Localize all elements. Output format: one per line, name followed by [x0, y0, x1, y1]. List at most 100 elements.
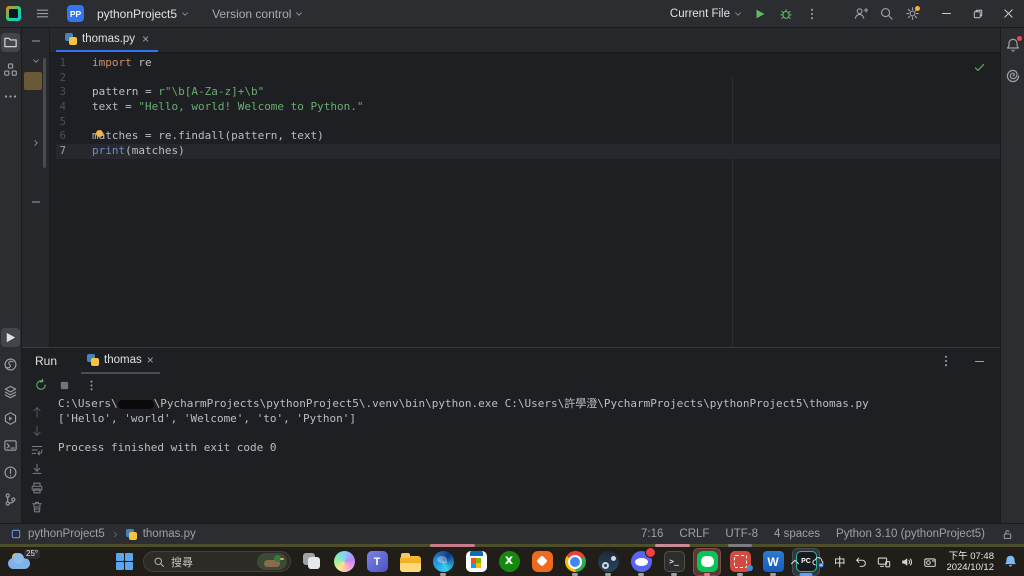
settings-notification-dot: [915, 5, 920, 11]
splitter-handle-icon[interactable]: [22, 196, 49, 208]
run-config-selector[interactable]: Current File: [666, 8, 747, 20]
main-menu-button[interactable]: [29, 2, 55, 26]
tray-hidden-icons-icon[interactable]: [788, 555, 802, 569]
run-tab-thomas[interactable]: thomas ×: [81, 348, 160, 374]
taskbar-task-view-icon[interactable]: [298, 549, 324, 575]
tray-volume-icon[interactable]: [900, 555, 914, 569]
search-everywhere-button[interactable]: [873, 2, 899, 26]
activity-version-control-tool-button[interactable]: [1, 490, 20, 509]
inspections-check-icon[interactable]: [973, 61, 986, 74]
tray-ime-icon[interactable]: 中: [834, 554, 846, 570]
run-console-output[interactable]: C:\Users\ \PycharmProjects\pythonProject5…: [58, 397, 992, 519]
code-line-3[interactable]: 3 pattern = r"\b[A-Za-z]+\b": [56, 85, 1000, 100]
tray-camera-icon[interactable]: [923, 555, 937, 569]
activity-python-console-button[interactable]: [1, 409, 20, 428]
activity-run-tool-button[interactable]: [1, 328, 20, 347]
breadcrumb-project[interactable]: pythonProject5: [28, 528, 105, 540]
hide-panel-icon[interactable]: [973, 355, 986, 368]
vcs-selector[interactable]: Version control: [208, 7, 308, 21]
print-button[interactable]: [30, 481, 44, 495]
window-close-button[interactable]: [993, 0, 1024, 28]
code-line-6[interactable]: 6 matches = re.findall(pattern, text): [56, 129, 1000, 144]
tray-pen-input-icon[interactable]: [854, 555, 868, 569]
taskbar-search-box[interactable]: 搜尋: [143, 551, 291, 572]
python-interpreter[interactable]: Python 3.10 (pythonProject5): [836, 528, 985, 540]
activity-terminal-button[interactable]: [1, 436, 20, 455]
window-restore-button[interactable]: [962, 0, 993, 28]
activity-problems-button[interactable]: [1, 463, 20, 482]
breadcrumb[interactable]: pythonProject5 thomas.py: [10, 528, 196, 540]
activity-services-button[interactable]: [1, 382, 20, 401]
taskbar-hexagon-app-icon[interactable]: [529, 549, 555, 575]
taskbar-word-icon[interactable]: [760, 549, 786, 576]
hide-panel-icon[interactable]: [22, 35, 49, 47]
activity-project-folder-button[interactable]: [1, 33, 20, 52]
caret-position[interactable]: 7:16: [641, 528, 663, 540]
line-separator[interactable]: CRLF: [679, 528, 709, 540]
run-button[interactable]: [747, 2, 773, 26]
scroll-to-end-button[interactable]: [30, 462, 44, 476]
unlock-icon[interactable]: [1001, 528, 1014, 541]
notifications-button[interactable]: [1005, 36, 1022, 53]
settings-button[interactable]: [899, 2, 925, 26]
project-scrollbar[interactable]: [43, 58, 46, 168]
taskbar-edge-icon[interactable]: [430, 549, 456, 576]
code-text: pattern = r"\b[A-Za-z]+\b": [92, 85, 265, 99]
taskbar-teams-icon[interactable]: [364, 549, 390, 575]
taskbar-snip-app-icon[interactable]: [727, 549, 753, 576]
more-vertical-icon[interactable]: [85, 379, 98, 392]
run-tab-close-icon[interactable]: ×: [147, 353, 154, 367]
taskbar-steam-icon[interactable]: [595, 549, 621, 576]
chevron-right-icon[interactable]: [22, 138, 49, 148]
rerun-button[interactable]: [34, 378, 48, 392]
taskbar-chrome-icon[interactable]: [562, 549, 588, 576]
start-button[interactable]: [116, 553, 133, 570]
tray-onedrive-icon[interactable]: [811, 555, 825, 569]
code-line-7[interactable]: 7 print(matches): [56, 144, 1000, 159]
tray-phone-link-icon[interactable]: [877, 555, 891, 569]
more-vertical-icon[interactable]: [939, 354, 953, 368]
project-tool-window-collapsed[interactable]: [22, 28, 50, 347]
stop-button[interactable]: [58, 379, 71, 392]
more-actions-button[interactable]: [799, 2, 825, 26]
notification-bell-icon[interactable]: [1003, 554, 1018, 569]
chevron-right-icon: [111, 530, 120, 539]
code-line-4[interactable]: 4 text = "Hello, world! Welcome to Python…: [56, 100, 1000, 115]
scroll-up-button[interactable]: [30, 405, 44, 419]
taskbar-store-icon[interactable]: [463, 549, 489, 575]
scroll-down-button[interactable]: [30, 424, 44, 438]
clear-all-button[interactable]: [30, 500, 44, 514]
indent-style[interactable]: 4 spaces: [774, 528, 820, 540]
tab-thomas-py[interactable]: thomas.py ×: [56, 28, 159, 52]
code-line-5[interactable]: 5: [56, 115, 1000, 130]
breadcrumb-file[interactable]: thomas.py: [143, 528, 196, 540]
activity-structure-button[interactable]: [1, 60, 20, 79]
window-minimize-button[interactable]: [931, 0, 962, 28]
clock-date: 2024/10/12: [946, 561, 994, 573]
tab-close-icon[interactable]: ×: [142, 32, 149, 46]
taskbar-line-app-icon[interactable]: [693, 547, 721, 576]
taskbar-clock[interactable]: 下午 07:48 2024/10/12: [946, 551, 994, 573]
python-file-icon: [87, 354, 100, 366]
running-indicator: [770, 573, 776, 576]
ai-assistant-button[interactable]: [1005, 68, 1021, 84]
taskbar-file-explorer-icon[interactable]: [397, 549, 423, 575]
copilot-icon: [333, 551, 355, 572]
code-line-1[interactable]: 1 import re: [56, 56, 1000, 71]
taskbar-terminal-app-icon[interactable]: [661, 549, 687, 576]
file-encoding[interactable]: UTF-8: [725, 528, 758, 540]
project-selector[interactable]: pythonProject5: [93, 7, 194, 21]
taskbar-discord-icon[interactable]: [628, 546, 656, 576]
code-with-me-button[interactable]: [847, 2, 873, 26]
taskbar-copilot-icon[interactable]: [331, 549, 357, 575]
activity-python-packages-button[interactable]: [1, 355, 20, 374]
code-line-2[interactable]: 2: [56, 71, 1000, 86]
activity-more-tools-button[interactable]: [1, 87, 20, 106]
code-editor[interactable]: 1 import re 2 3 pattern = r"\b[A-Za-z]+\b" 4 t…: [50, 53, 1000, 347]
soft-wrap-button[interactable]: [30, 443, 44, 457]
activity-bar: [0, 28, 22, 523]
taskbar-xbox-icon[interactable]: [496, 549, 522, 575]
taskbar-weather-widget[interactable]: 25°: [6, 549, 46, 573]
debug-button[interactable]: [773, 2, 799, 26]
